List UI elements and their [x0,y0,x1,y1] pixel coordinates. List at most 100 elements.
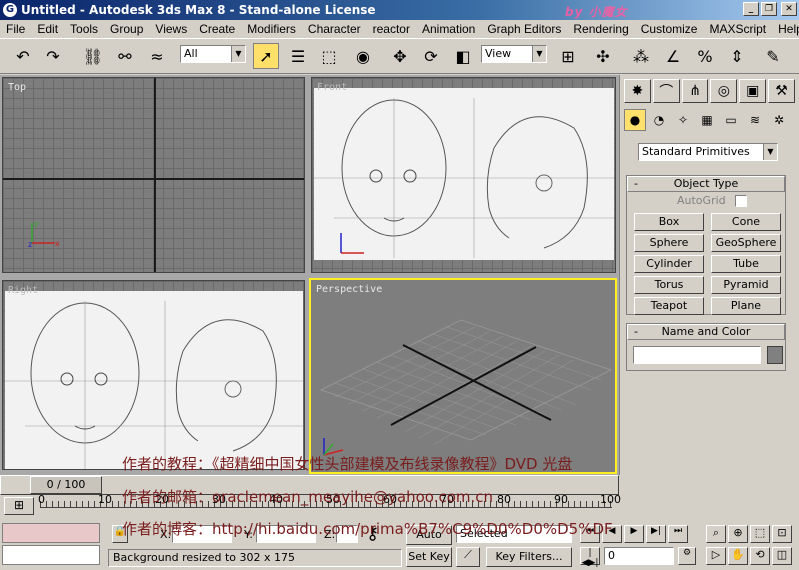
box-button[interactable]: Box [634,213,704,231]
modify-tab-icon[interactable]: ⌒ [652,79,680,103]
select-and-link-icon[interactable]: ⛓ [80,43,106,69]
time-slider-thumb[interactable]: 0 / 100 [30,476,102,494]
menu-file[interactable]: File [0,22,31,36]
watermark-line: 作者的博客：http://hi.baidu.com/prima%B7%C9%D0… [122,520,613,538]
menu-views[interactable]: Views [149,22,193,36]
maxscript-input[interactable] [2,545,100,565]
field-of-view-icon[interactable]: ▷ [706,547,726,565]
select-by-name-icon[interactable]: ☰ [285,43,311,69]
scale-icon[interactable]: ◧ [450,43,476,69]
zoom-extents-all-icon[interactable]: ⊡ [772,525,792,543]
viewport-label[interactable]: Front [317,82,347,93]
select-object-icon[interactable]: ➚ [253,43,279,69]
restore-icon[interactable]: ❐ [761,2,777,16]
menu-create[interactable]: Create [193,22,241,36]
cameras-icon[interactable]: ▦ [696,109,718,131]
teapot-button[interactable]: Teapot [634,297,704,315]
maxscript-listener[interactable] [2,523,100,543]
cylinder-button[interactable]: Cylinder [634,255,704,273]
menu-reactor[interactable]: reactor [367,22,416,36]
viewport-label[interactable]: Right [8,285,38,296]
viewport-front[interactable]: Front [311,77,616,273]
torus-button[interactable]: Torus [634,276,704,294]
autogrid-checkbox[interactable] [735,195,747,207]
percent-snap-icon[interactable]: % [692,43,718,69]
track-bar-line[interactable] [40,507,612,508]
hierarchy-tab-icon[interactable]: ⋔ [681,79,709,103]
pyramid-button[interactable]: Pyramid [711,276,781,294]
next-frame-icon[interactable]: ▶| [646,525,666,543]
current-frame-field[interactable]: 0 [604,547,674,565]
geometry-icon[interactable]: ● [624,109,646,131]
key-mode-toggle-icon[interactable]: |◀▶| [580,547,600,568]
app-icon[interactable]: G [3,3,17,17]
cone-button[interactable]: Cone [711,213,781,231]
viewport-label[interactable]: Top [8,82,26,93]
sphere-button[interactable]: Sphere [634,234,704,252]
rotate-icon[interactable]: ⟳ [418,43,444,69]
menu-group[interactable]: Group [104,22,149,36]
reference-coordinate-dropdown[interactable]: View ▼ [481,45,547,63]
named-selection-icon[interactable]: ✎ [760,43,786,69]
svg-text:y: y [34,219,39,228]
rollout-header[interactable]: - Object Type [627,176,785,192]
utilities-tab-icon[interactable]: ⚒ [768,79,795,103]
menu-animation[interactable]: Animation [416,22,481,36]
rectangular-selection-icon[interactable]: ⬚ [316,43,342,69]
undo-icon[interactable]: ↶ [10,43,36,69]
menu-customize[interactable]: Customize [635,22,704,36]
go-to-end-icon[interactable]: ⏭ [668,525,688,543]
create-tab-icon[interactable]: ✸ [624,79,651,103]
object-name-field[interactable] [633,346,761,364]
space-warps-icon[interactable]: ≋ [744,109,766,131]
lights-icon[interactable]: ✧ [672,109,694,131]
menu-tools[interactable]: Tools [64,22,104,36]
zoom-icon[interactable]: ⌕ [706,525,726,543]
menu-rendering[interactable]: Rendering [567,22,634,36]
move-icon[interactable]: ✥ [387,43,413,69]
zoom-extents-icon[interactable]: ⬚ [750,525,770,543]
play-icon[interactable]: ▶ [624,525,644,543]
menu-edit[interactable]: Edit [31,22,64,36]
plane-button[interactable]: Plane [711,297,781,315]
redo-icon[interactable]: ↷ [40,43,66,69]
key-filters-button[interactable]: Key Filters... [486,547,572,567]
snaps-toggle-icon[interactable]: ⁂ [628,43,654,69]
default-tangents-icon[interactable]: ⟋ [456,547,480,567]
zoom-all-icon[interactable]: ⊕ [728,525,748,543]
tube-button[interactable]: Tube [711,255,781,273]
geosphere-button[interactable]: GeoSphere [711,234,781,252]
menu-graph-editors[interactable]: Graph Editors [481,22,567,36]
selection-filter-dropdown[interactable]: All ▼ [180,45,246,63]
angle-snap-icon[interactable]: ∠ [660,43,686,69]
motion-tab-icon[interactable]: ◎ [710,79,738,103]
display-tab-icon[interactable]: ▣ [739,79,767,103]
time-configuration-icon[interactable]: ⚙ [678,547,696,565]
mini-curve-editor-icon[interactable]: ⊞ [4,497,34,515]
select-manipulate-icon[interactable]: ✣ [590,43,616,69]
category-dropdown[interactable]: Standard Primitives ▼ [638,143,778,161]
helpers-icon[interactable]: ▭ [720,109,742,131]
minimize-icon[interactable]: _ [743,2,759,16]
spinner-snap-icon[interactable]: ⇕ [724,43,750,69]
menu-modifiers[interactable]: Modifiers [241,22,302,36]
unlink-icon[interactable]: ⚯ [112,43,138,69]
pan-icon[interactable]: ✋ [728,547,748,565]
arc-rotate-icon[interactable]: ⟲ [750,547,770,565]
bind-space-warp-icon[interactable]: ≈ [144,43,170,69]
maximize-viewport-icon[interactable]: ◫ [772,547,792,565]
viewport-perspective[interactable]: Perspective [309,278,617,474]
viewport-top[interactable]: Top z x y [2,77,305,273]
menu-character[interactable]: Character [302,22,367,36]
menu-maxscript[interactable]: MAXScript [703,22,772,36]
rollout-header[interactable]: - Name and Color [627,324,785,340]
shapes-icon[interactable]: ◔ [648,109,670,131]
menu-help[interactable]: Help [772,22,799,36]
set-key-button[interactable]: Set Key [406,547,452,567]
window-crossing-icon[interactable]: ◉ [350,43,376,69]
close-icon[interactable]: ✕ [781,2,797,16]
systems-icon[interactable]: ✲ [768,109,790,131]
object-color-swatch[interactable] [767,346,783,364]
viewport-right[interactable]: Right [2,280,305,470]
pivot-point-center-icon[interactable]: ⊞ [555,43,581,69]
